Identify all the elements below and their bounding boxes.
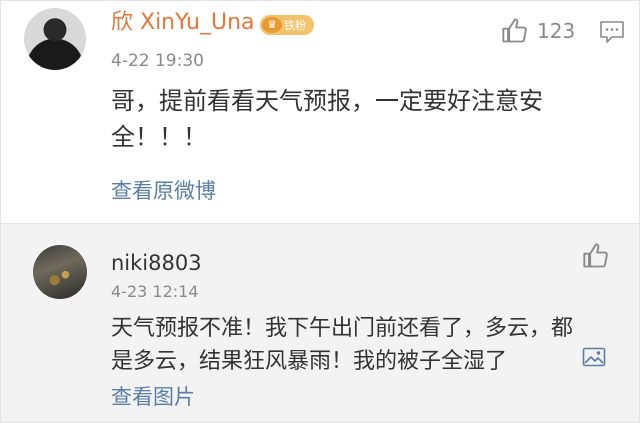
avatar[interactable]: [24, 8, 86, 70]
comment-card: 欣 XinYu_Una ♛ 铁粉 4-22 19:30 123 哥，提前看看天气…: [1, 1, 639, 223]
view-original-post-link[interactable]: 查看原微博: [111, 175, 216, 205]
username[interactable]: niki8803: [111, 251, 202, 275]
comment-thread: 欣 XinYu_Una ♛ 铁粉 4-22 19:30 123 哥，提前看看天气…: [0, 0, 640, 423]
fan-badge[interactable]: ♛ 铁粉: [260, 15, 314, 35]
crown-icon: ♛: [262, 17, 282, 33]
reply-icon[interactable]: [599, 20, 625, 44]
like-count: 123: [537, 19, 576, 43]
reply-card: niki8803 4-23 12:14 天气预报不准！我下午出门前还看了，多云，…: [1, 223, 639, 422]
image-icon[interactable]: [582, 347, 606, 367]
thumbs-up-icon[interactable]: [501, 17, 529, 45]
comment-text: 哥，提前看看天气预报，一定要好注意安全！！！: [111, 87, 543, 151]
timestamp: 4-22 19:30: [111, 51, 204, 71]
badge-label: 铁粉: [284, 19, 306, 32]
timestamp: 4-23 12:14: [111, 282, 199, 301]
avatar[interactable]: [33, 245, 87, 299]
username[interactable]: 欣 XinYu_Una: [111, 9, 255, 37]
view-image-link[interactable]: 查看图片: [111, 381, 195, 411]
comment-text: 天气预报不准！我下午出门前还看了，多云，都是多云，结果狂风暴雨！我的被子全湿了: [111, 316, 574, 374]
thumbs-up-icon[interactable]: [582, 242, 610, 270]
